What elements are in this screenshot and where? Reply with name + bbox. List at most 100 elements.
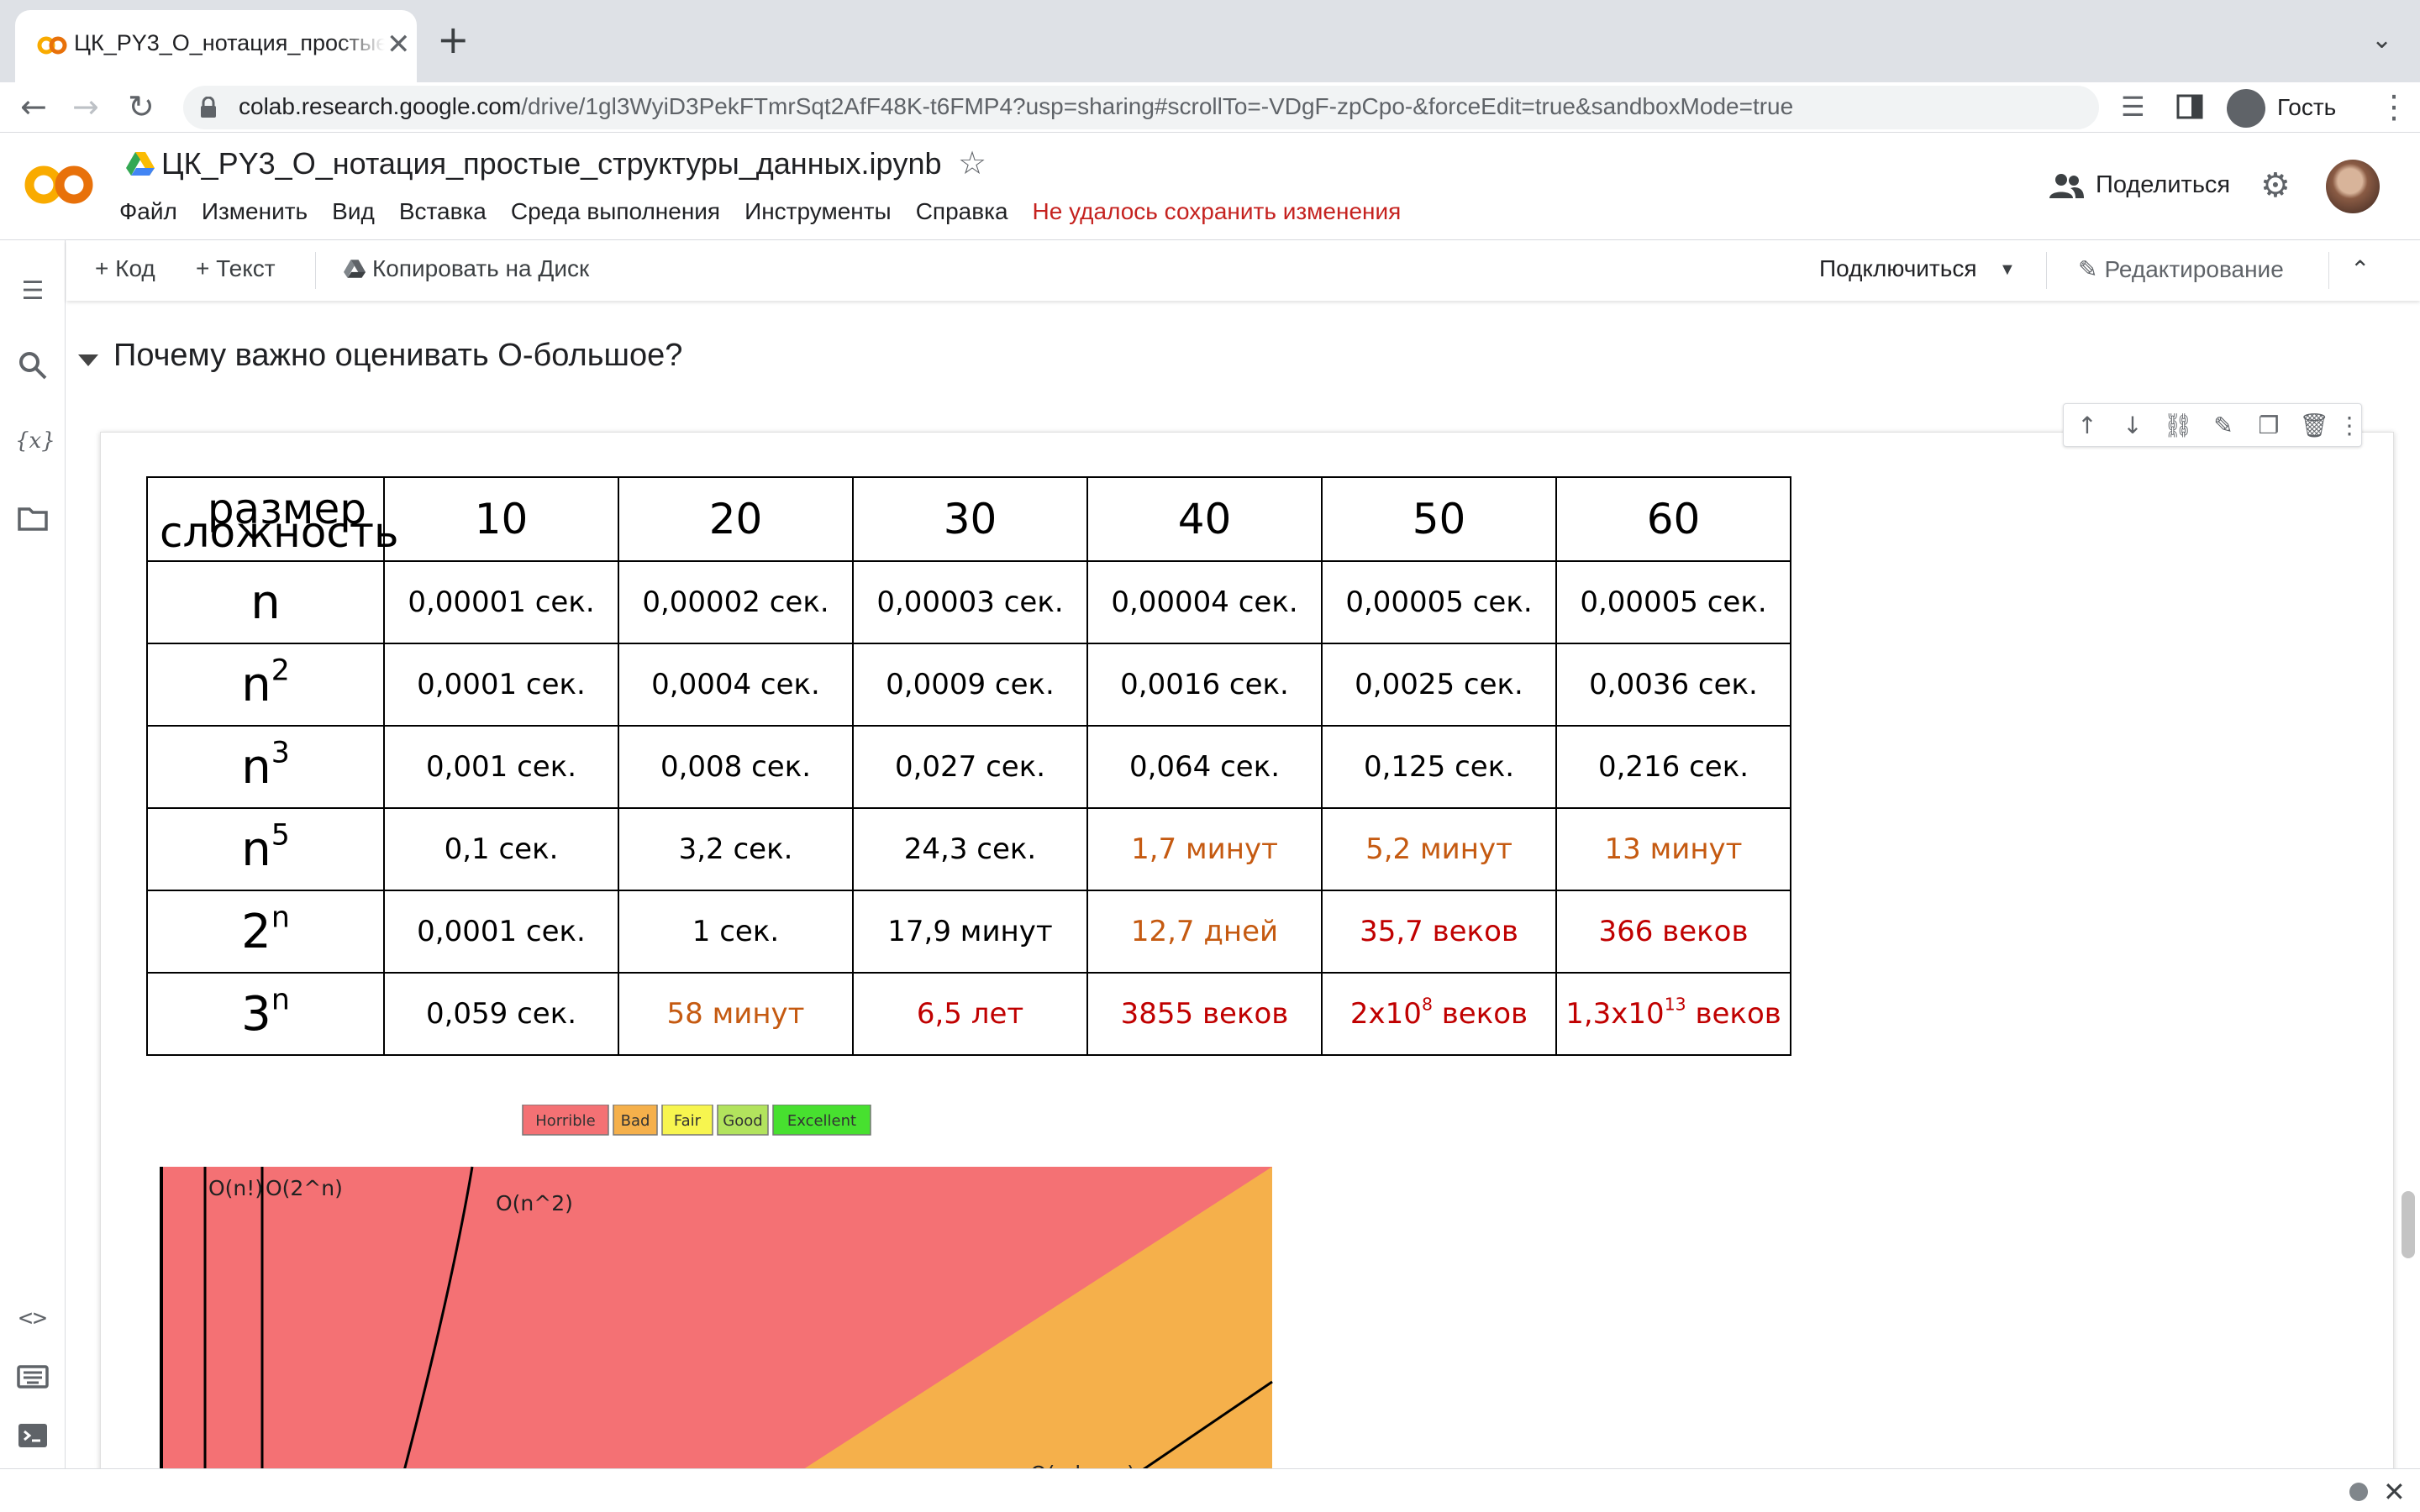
time-value: 58 минут [666,997,805,1031]
url-text[interactable]: colab.research.google.com/drive/1gl3WyiD… [239,93,1793,120]
save-error-message[interactable]: Не удалось сохранить изменения [1033,198,1402,232]
time-cell: 12,7 дней [1086,890,1323,974]
table-row: 2n 0,0001 сек. 1 сек. 17,9 минут 12,7 дней 35… [146,890,1791,974]
guest-avatar-icon [2227,89,2265,128]
mirror-cell-icon[interactable]: ❐ [2254,411,2284,441]
menu-insert[interactable]: Вставка [399,198,487,232]
bottom-status-strip: ✕ [0,1468,2420,1512]
more-options-icon[interactable]: ⋮ [2334,411,2365,441]
star-icon[interactable]: ☆ [958,144,986,181]
menu-file[interactable]: Файл [119,198,177,232]
variables-icon[interactable]: {x} [15,423,55,459]
drive-icon [344,260,366,278]
table-header-row: размер сложность 10 20 30 40 50 60 [146,476,1791,562]
time-value: 0,0016 сек. [1120,668,1289,701]
terminal-icon[interactable] [15,1418,50,1453]
time-cell: 0,00002 сек. [618,560,854,644]
folder-icon[interactable] [15,501,50,536]
add-code-button[interactable]: + Код [95,255,155,282]
time-value: 0,00005 сек. [1580,585,1767,619]
menu-help[interactable]: Справка [916,198,1008,232]
close-status-icon[interactable]: ✕ [2383,1476,2406,1508]
lock-icon [201,97,216,118]
profile-button[interactable]: Гость [2225,86,2375,129]
time-cell: 0,00003 сек. [852,560,1088,644]
time-cell: 2x108 веков [1321,972,1557,1056]
tab-list-chevron-down-icon[interactable]: ⌄ [2371,25,2392,55]
connect-button[interactable]: Подключиться [1819,255,1977,282]
time-cell: 0,125 сек. [1321,725,1557,809]
time-unit: веков [1686,997,1781,1031]
menu-view[interactable]: Вид [332,198,375,232]
time-value: 0,0036 сек. [1589,668,1758,701]
colab-logo-icon[interactable] [24,160,94,210]
time-value: 0,008 сек. [660,750,812,784]
time-cell: 17,9 минут [852,890,1088,974]
label-n-log-n: O(n log n) [1030,1462,1135,1468]
label-n-squared: O(n^2) [496,1191,573,1215]
time-cell: 5,2 минут [1321,807,1557,891]
move-cell-up-icon[interactable]: ↑ [2072,411,2102,441]
left-sidebar: ☰ {x} <> [0,240,66,1468]
time-value: 0,0004 сек. [651,668,820,701]
copy-to-drive-button[interactable]: Копировать на Диск [344,255,589,282]
time-value: 0,00004 сек. [1111,585,1298,619]
complexity-exponent: n [271,900,290,935]
delete-trash-icon[interactable]: 🗑 [2299,411,2329,441]
editing-mode-button[interactable]: ✎ Редактирование [2078,255,2284,283]
search-icon[interactable] [15,348,50,383]
time-cell: 0,0016 сек. [1086,643,1323,727]
code-snippets-icon[interactable]: <> [15,1300,50,1336]
time-cell: 0,0004 сек. [618,643,854,727]
forward-arrow-icon[interactable]: → [72,89,99,124]
time-cell: 58 минут [618,972,854,1056]
corner-complexity-label: сложность [160,508,399,557]
user-avatar[interactable] [2326,160,2380,213]
reload-icon[interactable]: ↻ [128,89,155,124]
complexity-base: n [241,822,271,877]
time-value: 0,00005 сек. [1345,585,1533,619]
tab-close-icon[interactable]: ✕ [387,30,411,59]
command-palette-icon[interactable] [15,1359,50,1394]
edit-pencil-icon[interactable]: ✎ [2208,411,2238,441]
address-bar[interactable]: colab.research.google.com/drive/1gl3WyiD… [183,86,2099,129]
add-text-button[interactable]: + Текст [196,255,276,282]
complexity-label-cell: 2n [146,890,385,974]
browser-menu-icon[interactable]: ⋮ [2378,89,2410,124]
scrollbar-thumb[interactable] [2402,1191,2415,1258]
side-panel-icon[interactable] [2176,94,2203,119]
time-value: 0,064 сек. [1128,750,1281,784]
table-of-contents-icon[interactable]: ☰ [15,274,50,309]
notebook-title[interactable]: ЦК_PY3_О_нотация_простые_структуры_данны… [161,146,942,181]
move-cell-down-icon[interactable]: ↓ [2118,411,2148,441]
time-cell: 0,0036 сек. [1555,643,1791,727]
time-value: 24,3 сек. [903,832,1037,866]
chart-legend: Horrible Bad Fair Good Excellent [522,1104,871,1136]
legend-label: Good [723,1112,762,1130]
colab-header: ЦК_PY3_О_нотация_простые_структуры_данны… [0,133,2420,240]
link-icon[interactable]: ⛓ [2163,411,2193,441]
connect-dropdown-arrow-icon[interactable]: ▼ [1999,260,2016,280]
collapse-header-chevron-up-icon[interactable]: ⌃ [2350,255,2370,283]
section-collapse-caret-icon[interactable] [78,354,98,366]
browser-tab[interactable]: ЦК_PY3_О_нотация_простые_структуры_данны… [15,10,417,82]
media-queue-icon[interactable]: ☰ [2121,89,2145,124]
menu-runtime[interactable]: Среда выполнения [511,198,720,232]
time-cell: 3855 веков [1086,972,1323,1056]
gear-icon[interactable]: ⚙ [2260,166,2291,205]
menu-tools[interactable]: Инструменты [744,198,892,232]
time-cell: 366 веков [1555,890,1791,974]
new-tab-button[interactable]: + [437,20,470,59]
toolbar-divider [315,252,316,289]
cell-toolbar: ↑ ↓ ⛓ ✎ ❐ 🗑 ⋮ [2063,403,2362,447]
menu-edit[interactable]: Изменить [202,198,308,232]
time-value: 13 минут [1604,832,1743,866]
complexity-base: 3 [241,986,271,1042]
time-value: 0,216 сек. [1597,750,1749,784]
complexity-label-cell: n3 [146,725,385,809]
text-cell[interactable]: размер сложность 10 20 30 40 50 60 n 0,00001 сек.… [100,432,2394,1468]
back-arrow-icon[interactable]: ← [20,89,47,124]
people-icon [2049,174,2084,198]
time-cell: 0,0001 сек. [383,643,619,727]
complexity-base: n [241,657,271,712]
